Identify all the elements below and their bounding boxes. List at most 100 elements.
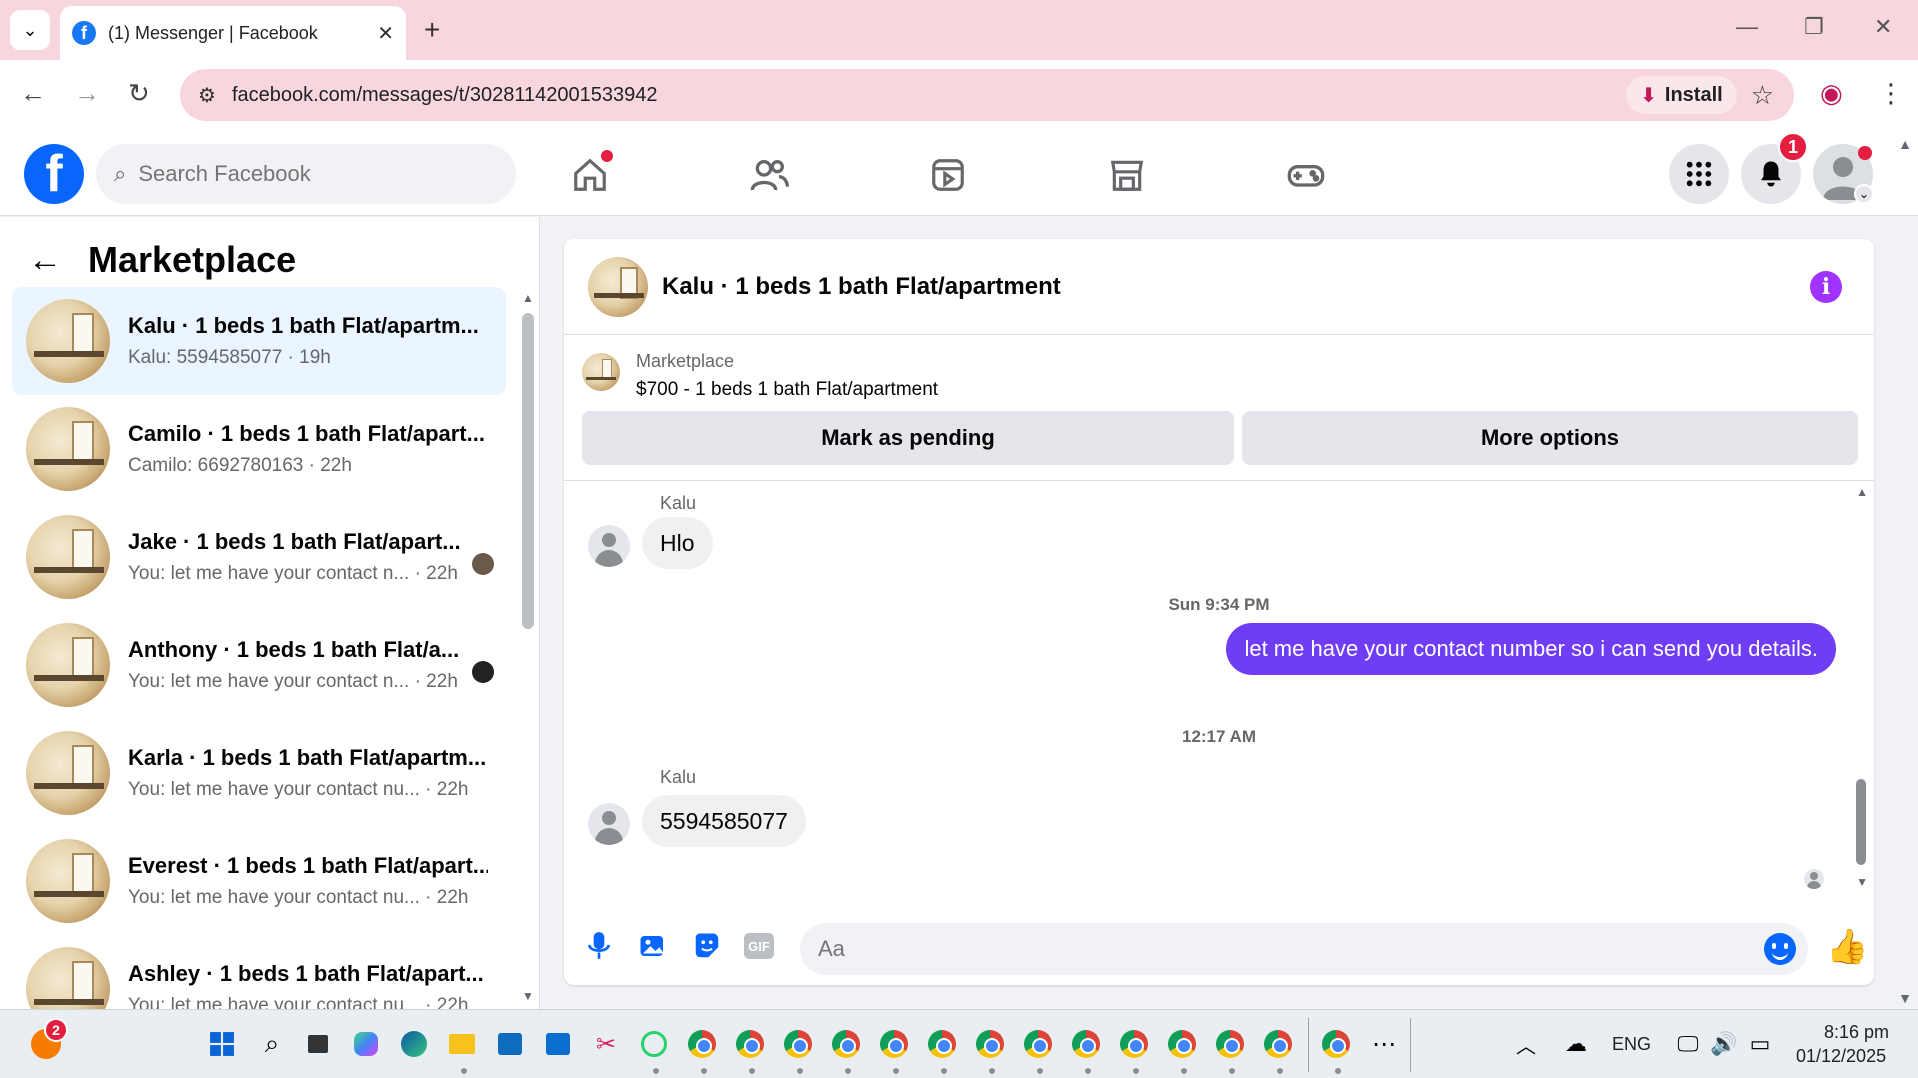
profile-icon[interactable]: ◉ (1820, 78, 1843, 109)
more-options-button[interactable]: More options (1242, 411, 1858, 465)
chrome-icon[interactable] (686, 1028, 718, 1060)
chrome-icon[interactable] (878, 1028, 910, 1060)
reload-icon[interactable]: ↻ (128, 78, 150, 109)
browser-tab-messenger[interactable]: f (1) Messenger | Facebook ✕ (60, 6, 406, 60)
facebook-search-input[interactable] (138, 161, 439, 187)
tab-search-button[interactable]: ⌄ (10, 10, 50, 50)
forward-icon[interactable]: → (74, 78, 100, 109)
volume-icon[interactable]: 🔊 (1708, 1028, 1740, 1060)
task-view-icon[interactable] (302, 1028, 334, 1060)
file-explorer-icon[interactable] (446, 1028, 478, 1060)
chrome-icon[interactable] (1214, 1028, 1246, 1060)
listing-title[interactable]: $700 - 1 beds 1 bath Flat/apartment (636, 379, 938, 401)
sidebar-scrollbar[interactable] (522, 313, 534, 629)
info-icon[interactable]: i (1810, 271, 1842, 303)
incoming-message[interactable]: 5594585077 (642, 795, 806, 847)
sticker-icon[interactable] (690, 929, 724, 963)
facebook-search[interactable]: ⌕ (96, 144, 516, 204)
windows-start-icon[interactable] (206, 1028, 238, 1060)
chat-scroll-up-icon[interactable]: ▲ (1856, 485, 1868, 499)
chrome-icon[interactable] (734, 1028, 766, 1060)
nav-home[interactable] (567, 150, 613, 198)
page-scroll-up-icon[interactable]: ▲ (1898, 136, 1912, 152)
sidebar-scroll-up-icon[interactable]: ▲ (522, 291, 534, 305)
chrome-icon[interactable] (1262, 1028, 1294, 1060)
address-bar[interactable]: ⚙ facebook.com/messages/t/30281142001533… (180, 69, 1794, 121)
emoji-icon[interactable] (1764, 933, 1796, 965)
search-icon[interactable]: ⌕ (256, 1028, 288, 1060)
nav-gaming[interactable] (1283, 152, 1329, 198)
like-thumbs-up-icon[interactable]: 👍 (1826, 927, 1868, 967)
url-text[interactable]: facebook.com/messages/t/3028114200153394… (232, 84, 1626, 107)
language-indicator[interactable]: ENG (1612, 1034, 1651, 1055)
copilot-icon[interactable] (350, 1028, 382, 1060)
site-settings-icon[interactable]: ⚙ (198, 83, 216, 108)
chat-scroll-down-icon[interactable]: ▼ (1856, 875, 1868, 889)
outlook-icon[interactable] (542, 1028, 574, 1060)
conversation-item[interactable]: Anthony · 1 beds 1 bath Flat/a... You: l… (12, 611, 506, 719)
close-tab-icon[interactable]: ✕ (377, 21, 394, 46)
incoming-message[interactable]: Hlo (642, 517, 713, 569)
chrome-icon[interactable] (1118, 1028, 1150, 1060)
new-tab-button[interactable]: + (424, 14, 440, 46)
close-window-icon[interactable]: ✕ (1874, 14, 1892, 40)
menu-button[interactable] (1669, 144, 1729, 204)
taskbar-separator (1308, 1018, 1309, 1072)
minimize-window-icon[interactable]: — (1736, 14, 1758, 40)
microphone-icon[interactable] (582, 929, 616, 963)
nav-marketplace[interactable] (1104, 152, 1150, 198)
conversation-item[interactable]: Everest · 1 beds 1 bath Flat/apart... Yo… (12, 827, 506, 935)
network-icon[interactable]: 🖵 (1672, 1028, 1704, 1060)
chrome-icon[interactable] (830, 1028, 862, 1060)
conversation-name: Camilo · 1 beds 1 bath Flat/apart... (128, 421, 485, 446)
whatsapp-icon[interactable] (638, 1028, 670, 1060)
running-indicator (1181, 1068, 1187, 1074)
outgoing-message[interactable]: let me have your contact number so i can… (1226, 623, 1836, 675)
conversation-item[interactable]: Jake · 1 beds 1 bath Flat/apart... You: … (12, 503, 506, 611)
conversation-item[interactable]: Karla · 1 beds 1 bath Flat/apartm... You… (12, 719, 506, 827)
message-input[interactable] (800, 923, 1808, 975)
back-icon[interactable]: ← (20, 78, 46, 109)
conversation-item[interactable]: Kalu · 1 beds 1 bath Flat/apartm... Kalu… (12, 287, 506, 395)
mark-as-pending-button[interactable]: Mark as pending (582, 411, 1234, 465)
photo-icon[interactable] (636, 929, 670, 963)
restore-window-icon[interactable]: ❐ (1804, 14, 1824, 40)
chrome-icon[interactable] (1166, 1028, 1198, 1060)
running-indicator (1277, 1068, 1283, 1074)
chrome-icon[interactable] (1022, 1028, 1054, 1060)
chevron-up-icon[interactable]: ︿ (1510, 1028, 1542, 1060)
onedrive-cloud-icon[interactable]: ☁ (1560, 1028, 1592, 1060)
nav-video[interactable] (925, 152, 971, 198)
conversation-item[interactable]: Camilo · 1 beds 1 bath Flat/apart... Cam… (12, 395, 506, 503)
back-arrow-icon[interactable]: ← (28, 241, 62, 280)
conversation-item[interactable]: Ashley · 1 beds 1 bath Flat/apart... You… (12, 935, 506, 1009)
account-chevron-icon[interactable]: ⌄ (1854, 184, 1874, 204)
chrome-icon[interactable] (1070, 1028, 1102, 1060)
snipping-tool-icon[interactable]: ✂ (590, 1028, 622, 1060)
install-app-button[interactable]: ⬇ Install (1626, 76, 1737, 114)
clock-date[interactable]: 01/12/2025 (1796, 1046, 1886, 1067)
page-scroll-down-icon[interactable]: ▼ (1898, 990, 1912, 1006)
chrome-icon[interactable] (1320, 1028, 1352, 1060)
chat-title[interactable]: Kalu · 1 beds 1 bath Flat/apartment (662, 273, 1061, 301)
facebook-logo-icon[interactable]: f (24, 144, 84, 204)
sender-avatar[interactable] (588, 803, 630, 845)
battery-icon[interactable]: ▭ (1744, 1028, 1776, 1060)
bookmark-star-icon[interactable]: ☆ (1751, 80, 1774, 111)
marketplace-listing-card: Marketplace $700 - 1 beds 1 bath Flat/ap… (564, 335, 1874, 481)
store-icon[interactable] (494, 1028, 526, 1060)
chrome-icon[interactable] (974, 1028, 1006, 1060)
chrome-icon[interactable] (782, 1028, 814, 1060)
listing-mini-thumbnail[interactable] (582, 353, 620, 391)
nav-friends[interactable] (746, 152, 792, 198)
chrome-icon[interactable] (926, 1028, 958, 1060)
sender-avatar[interactable] (588, 525, 630, 567)
more-apps-icon[interactable]: ⋯ (1368, 1028, 1400, 1060)
chat-scrollbar[interactable] (1856, 779, 1866, 865)
edge-icon[interactable] (398, 1028, 430, 1060)
chat-listing-thumbnail[interactable] (588, 256, 648, 317)
clock-time[interactable]: 8:16 pm (1824, 1022, 1889, 1043)
sidebar-scroll-down-icon[interactable]: ▼ (522, 989, 534, 1003)
browser-menu-icon[interactable]: ⋮ (1878, 78, 1904, 109)
gif-icon[interactable]: GIF (744, 933, 774, 959)
